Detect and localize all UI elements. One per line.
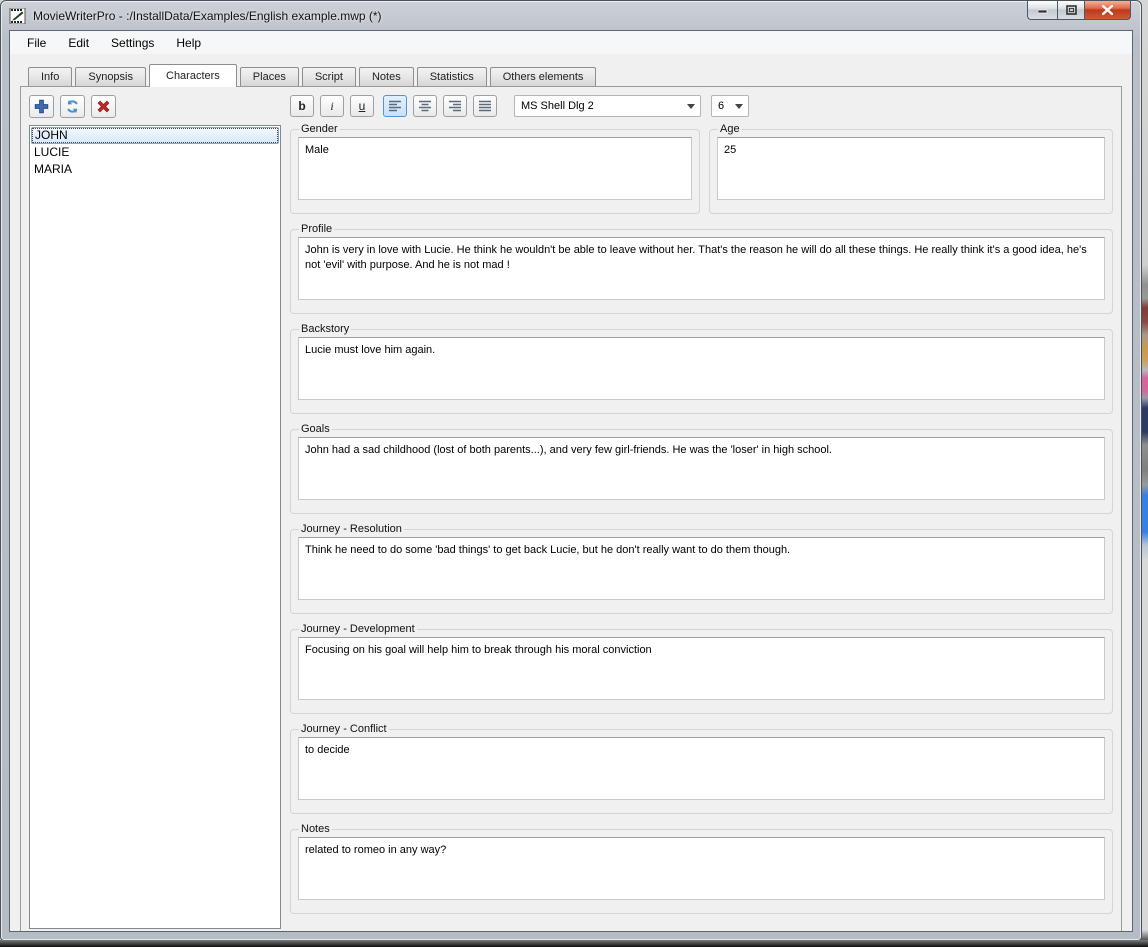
tab-places[interactable]: Places [240,67,299,86]
age-input[interactable]: 25 [717,137,1105,200]
age-label: Age [718,123,742,135]
menu-file[interactable]: File [16,33,57,53]
tab-characters[interactable]: Characters [149,64,237,87]
align-right-icon [449,100,462,112]
journey-development-input[interactable]: Focusing on his goal will help him to br… [298,637,1105,700]
delete-character-button[interactable] [91,95,116,118]
character-detail-section: b i u [290,95,1113,929]
align-left-icon [389,100,402,112]
profile-input[interactable]: John is very in love with Lucie. He thin… [298,237,1105,300]
journey-resolution-group: Journey - Resolution Think he need to do… [290,523,1113,614]
window-controls [1027,1,1131,20]
notes-label: Notes [299,823,332,835]
backstory-label: Backstory [299,323,351,335]
backstory-input[interactable]: Lucie must love him again. [298,337,1105,400]
background-window-sliver [1141,0,1148,947]
app-logo-icon [9,8,27,24]
tab-others-elements[interactable]: Others elements [490,67,597,86]
journey-conflict-group: Journey - Conflict to decide [290,723,1113,814]
underline-button[interactable]: u [350,95,374,117]
refresh-character-button[interactable] [60,95,85,118]
journey-development-label: Journey - Development [299,623,417,635]
notes-group: Notes related to romeo in any way? [290,823,1113,914]
journey-conflict-input[interactable]: to decide [298,737,1105,800]
refresh-icon [65,99,80,114]
titlebar[interactable]: MovieWriterPro - :/InstallData/Examples/… [1,1,1141,30]
taskbar-edge [0,940,1148,947]
font-family-select[interactable]: MS Shell Dlg 2 [514,95,701,117]
characters-panel: JOHN LUCIE MARIA b i u [20,86,1122,932]
menu-settings[interactable]: Settings [100,33,165,53]
tabbar: Info Synopsis Characters Places Script N… [28,63,1132,86]
add-character-button[interactable] [29,95,54,118]
notes-input[interactable]: related to romeo in any way? [298,837,1105,900]
tab-synopsis[interactable]: Synopsis [75,67,146,86]
bold-button[interactable]: b [290,95,314,117]
minimize-button[interactable] [1027,1,1057,20]
gender-group: Gender Male [290,123,700,214]
justify-icon [479,100,492,112]
format-toolbar: b i u [290,95,1113,117]
menu-edit[interactable]: Edit [57,33,100,53]
tab-statistics[interactable]: Statistics [417,67,487,86]
journey-resolution-input[interactable]: Think he need to do some 'bad things' to… [298,537,1105,600]
goals-label: Goals [299,423,332,435]
font-size-select[interactable]: 6 [711,95,749,117]
window-title: MovieWriterPro - :/InstallData/Examples/… [33,9,382,23]
close-button[interactable] [1085,1,1131,20]
age-group: Age 25 [709,123,1113,214]
align-center-icon [419,100,432,112]
list-item-john[interactable]: JOHN [31,127,279,144]
delete-x-icon [96,99,111,114]
menubar: File Edit Settings Help [10,31,1132,54]
journey-development-group: Journey - Development Focusing on his go… [290,623,1113,714]
goals-group: Goals John had a sad childhood (lost of … [290,423,1113,514]
character-list-toolbar [29,95,281,118]
journey-conflict-label: Journey - Conflict [299,723,389,735]
gender-input[interactable]: Male [298,137,692,200]
character-fields: Gender Male Age 25 Profile John is very … [290,123,1113,929]
character-list-section: JOHN LUCIE MARIA [29,95,281,929]
chevron-down-icon [735,104,743,109]
backstory-group: Backstory Lucie must love him again. [290,323,1113,414]
align-left-button[interactable] [383,95,407,117]
tab-script[interactable]: Script [302,67,356,86]
align-center-button[interactable] [413,95,437,117]
list-item-maria[interactable]: MARIA [31,161,279,178]
tab-notes[interactable]: Notes [359,67,414,86]
profile-group: Profile John is very in love with Lucie.… [290,223,1113,314]
tab-info[interactable]: Info [28,67,72,86]
plus-icon [34,99,49,114]
journey-resolution-label: Journey - Resolution [299,523,404,535]
app-window: MovieWriterPro - :/InstallData/Examples/… [0,0,1142,941]
align-right-button[interactable] [443,95,467,117]
restore-button[interactable] [1057,1,1085,20]
chevron-down-icon [687,104,695,109]
client-area: Info Synopsis Characters Places Script N… [10,54,1132,932]
menu-help[interactable]: Help [165,33,212,53]
character-list[interactable]: JOHN LUCIE MARIA [29,125,281,929]
justify-button[interactable] [473,95,497,117]
profile-label: Profile [299,223,334,235]
list-item-lucie[interactable]: LUCIE [31,144,279,161]
goals-input[interactable]: John had a sad childhood (lost of both p… [298,437,1105,500]
italic-button[interactable]: i [320,95,344,117]
gender-label: Gender [299,123,340,135]
